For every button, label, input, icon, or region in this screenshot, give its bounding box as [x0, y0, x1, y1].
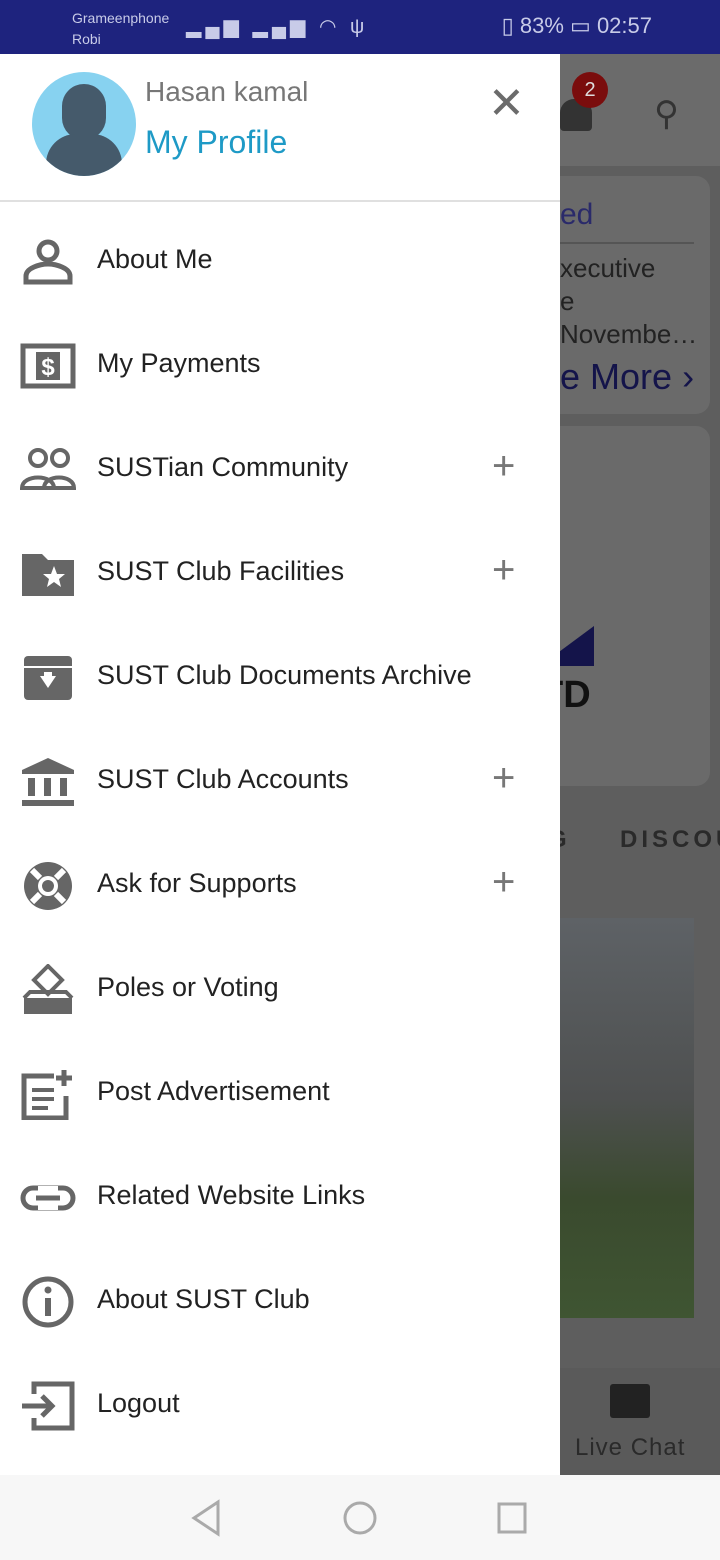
card-body: xecutive e Novembe… [560, 253, 698, 349]
event-photo[interactable] [560, 918, 694, 1318]
notice-card[interactable]: ed xecutive e Novembe… e More › [540, 176, 710, 414]
clock: 02:57 [596, 13, 652, 38]
folder-star-icon [20, 548, 76, 600]
home-icon[interactable] [342, 1499, 378, 1537]
tab-discount[interactable]: DISCOU [620, 826, 720, 854]
person-icon [20, 236, 76, 288]
bank-icon [20, 756, 76, 808]
app-bar: 2 ⚲ [560, 54, 720, 166]
chat-icon [610, 1384, 650, 1418]
divider [560, 242, 694, 244]
expand-plus-icon[interactable]: + [492, 860, 515, 904]
drawer-item-related-website-links[interactable]: Related Website Links [0, 1146, 560, 1250]
navigation-drawer: Hasan kamal My Profile ✕ About Me $ My Pay… [0, 54, 560, 1475]
carrier-2: Robi [72, 31, 101, 47]
payment-icon: $ [20, 340, 76, 392]
drawer-item-sust-club-accounts[interactable]: SUST Club Accounts + [0, 730, 560, 834]
notification-badge: 2 [572, 72, 608, 108]
drawer-item-label: SUST Club Documents Archive [97, 660, 472, 690]
info-icon [20, 1276, 76, 1328]
user-name: Hasan kamal [145, 76, 309, 107]
people-icon [20, 444, 76, 496]
drawer-item-label: Post Advertisement [97, 1076, 330, 1106]
battery-percent: 83% [519, 13, 564, 38]
system-nav-bar [0, 1475, 720, 1560]
back-icon[interactable] [190, 1499, 222, 1537]
background-screen-dimmed[interactable]: 2 ⚲ ed xecutive e Novembe… e More › TD G… [540, 54, 720, 1475]
drawer-item-sustian-community[interactable]: SUSTian Community + [0, 418, 560, 522]
drawer-item-about-sust-club[interactable]: About SUST Club [0, 1250, 560, 1354]
drawer-item-poles-or-voting[interactable]: Poles or Voting [0, 938, 560, 1042]
drawer-item-logout[interactable]: Logout [0, 1354, 560, 1458]
card-title: ed [560, 198, 594, 231]
battery-icon: ▭ [570, 13, 591, 38]
drawer-item-label: About Me [97, 244, 213, 274]
see-more-label: e More [560, 356, 673, 397]
search-icon[interactable]: ⚲ [654, 94, 679, 134]
drawer-item-label: My Payments [97, 348, 261, 378]
expand-plus-icon[interactable]: + [492, 756, 515, 800]
expand-plus-icon[interactable]: + [492, 444, 515, 488]
expand-plus-icon[interactable]: + [492, 548, 515, 592]
drawer-item-label: SUSTian Community [97, 452, 349, 482]
drawer-item-about-me[interactable]: About Me [0, 210, 560, 314]
ballot-icon [20, 964, 76, 1016]
drawer-item-post-advertisement[interactable]: Post Advertisement [0, 1042, 560, 1146]
drawer-item-label: Poles or Voting [97, 972, 279, 1002]
drawer-item-sust-club-facilities[interactable]: SUST Club Facilities + [0, 522, 560, 626]
sponsor-card[interactable]: TD [540, 426, 710, 786]
drawer-item-label: SUST Club Facilities [97, 556, 345, 586]
drawer-item-ask-for-supports[interactable]: Ask for Supports + [0, 834, 560, 938]
drawer-item-label: Logout [97, 1388, 180, 1418]
recents-icon[interactable] [496, 1499, 528, 1537]
logout-icon [20, 1380, 76, 1432]
drawer-item-label: About SUST Club [97, 1284, 310, 1314]
close-icon[interactable]: ✕ [488, 82, 525, 126]
avatar[interactable] [32, 72, 136, 176]
drawer-item-sust-club-documents-archive[interactable]: SUST Club Documents Archive [0, 626, 560, 730]
my-profile-link[interactable]: My Profile [145, 124, 287, 161]
carrier-1: Grameenphone [72, 10, 170, 26]
live-chat-label: Live Chat [575, 1434, 686, 1461]
drawer-item-my-payments[interactable]: $ My Payments [0, 314, 560, 418]
status-right: ▯ 83% ▭ 02:57 [502, 13, 652, 39]
signal-icons: ▂▄▆ ▂▄▆ ◠ ψ [186, 16, 369, 38]
archive-icon [20, 652, 76, 704]
drawer-header: Hasan kamal My Profile ✕ [0, 54, 560, 202]
post-add-icon [20, 1068, 76, 1120]
status-bar: Grameenphone Robi ▂▄▆ ▂▄▆ ◠ ψ ▯ 83% ▭ 02:… [0, 0, 720, 54]
lifebuoy-icon [20, 860, 76, 912]
drawer-item-label: Ask for Supports [97, 868, 297, 898]
vibrate-icon: ▯ [501, 13, 520, 38]
drawer-item-label: Related Website Links [97, 1180, 366, 1210]
svg-text:$: $ [41, 354, 55, 381]
drawer-item-label: SUST Club Accounts [97, 764, 349, 794]
link-icon [20, 1172, 76, 1224]
chevron-right-icon: › [682, 356, 695, 397]
carrier-names: Grameenphone Robi [72, 8, 169, 50]
see-more-link[interactable]: e More › [560, 356, 694, 398]
live-chat-button[interactable]: Live Chat [560, 1368, 720, 1475]
